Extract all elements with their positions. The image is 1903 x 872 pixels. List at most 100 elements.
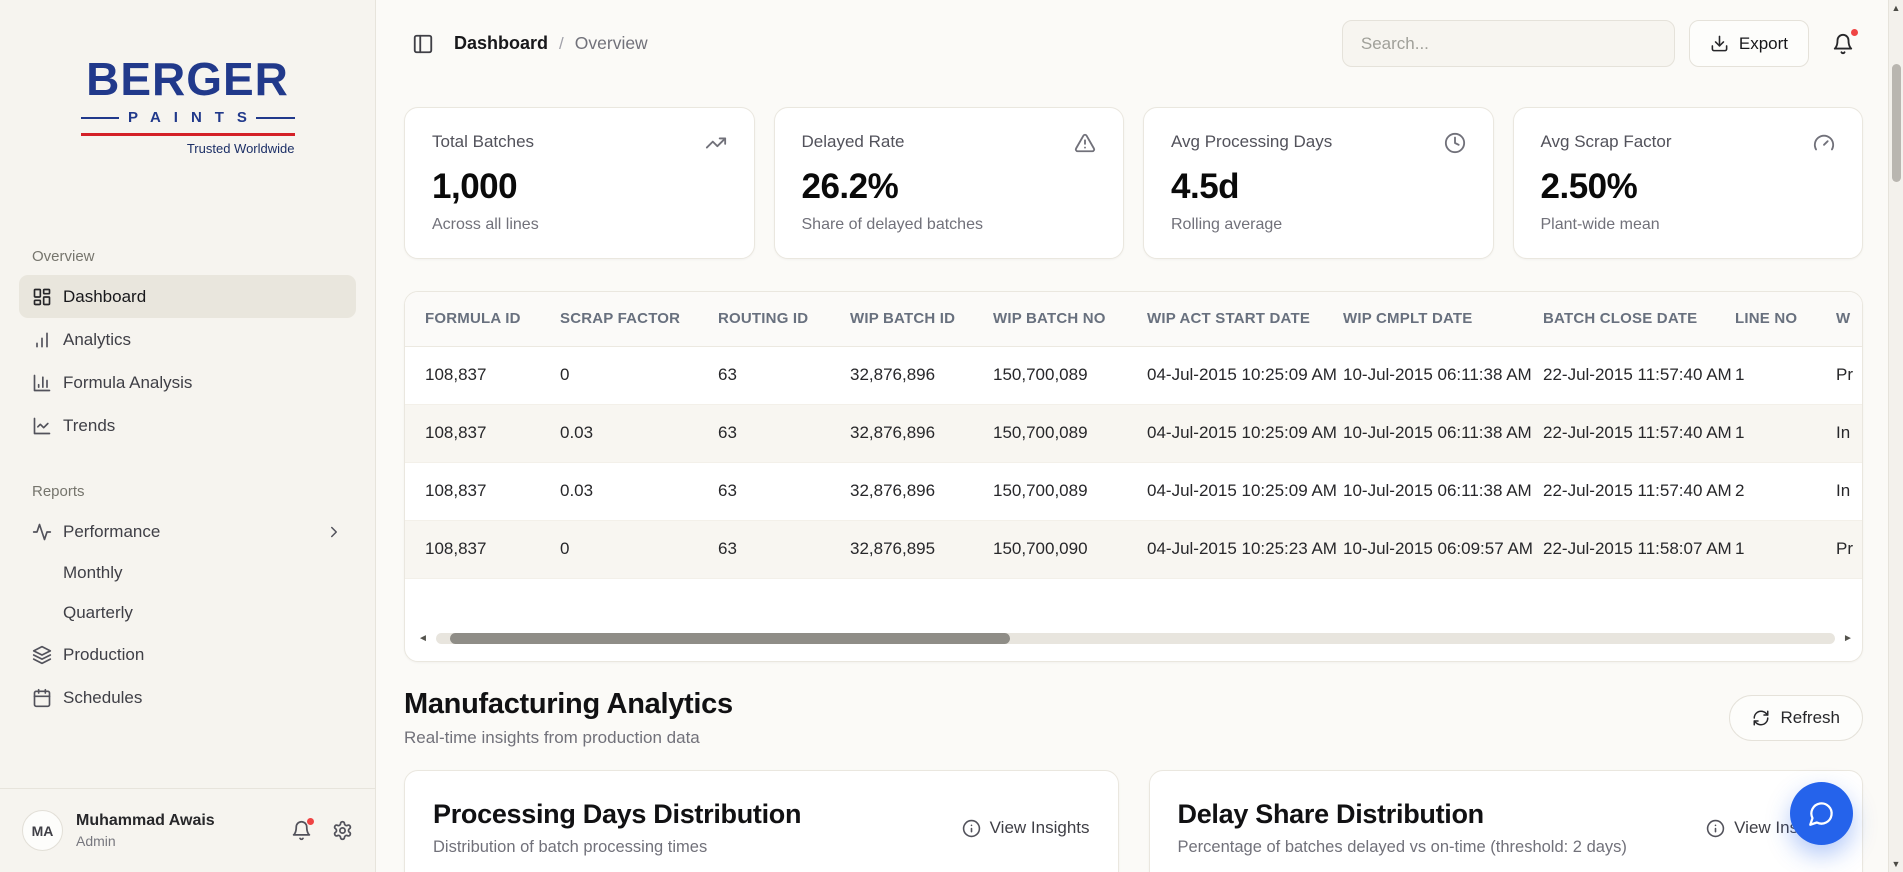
table-cell: 10-Jul-2015 06:11:38 AM — [1343, 481, 1532, 500]
export-label: Export — [1738, 33, 1788, 53]
sidebar-item-formula-analysis[interactable]: Formula Analysis — [19, 361, 356, 404]
sidebar-item-dashboard[interactable]: Dashboard — [19, 275, 356, 318]
kpi-value: 4.5d — [1171, 167, 1240, 206]
table-cell: 22-Jul-2015 11:57:40 AM — [1543, 365, 1732, 384]
brand-sub: PAINTS — [128, 109, 260, 126]
table-cell: 150,700,089 — [993, 481, 1088, 500]
breadcrumb-current: Overview — [574, 33, 648, 53]
sidebar-item-analytics[interactable]: Analytics — [19, 318, 356, 361]
vertical-scrollbar[interactable]: ▲ ▼ — [1888, 0, 1903, 872]
sidebar-item-schedules[interactable]: Schedules — [19, 676, 356, 719]
table-cell: Pr — [1836, 539, 1853, 558]
scroll-up-icon[interactable]: ▲ — [1889, 3, 1903, 13]
brand-rule-left — [80, 116, 120, 119]
table-cell: 10-Jul-2015 06:11:38 AM — [1343, 423, 1532, 442]
brand-red-underline — [80, 133, 295, 136]
scroll-down-icon[interactable]: ▼ — [1889, 859, 1903, 869]
alert-triangle-icon — [1074, 132, 1096, 154]
table-column-header: LINE NO — [1715, 292, 1816, 347]
search-input[interactable] — [1341, 20, 1675, 67]
scroll-right-icon[interactable]: ► — [1842, 633, 1854, 644]
kpi-caption: Plant-wide mean — [1540, 216, 1660, 233]
sidebar-item-label: Trends — [63, 415, 116, 435]
table-row: 108,837 0.03 63 32,876,896 150,700,089 0… — [405, 462, 1862, 520]
sidebar-item-production[interactable]: Production — [19, 633, 356, 676]
table-cell: 04-Jul-2015 10:25:09 AM — [1147, 365, 1337, 384]
chat-fab-button[interactable] — [1790, 782, 1853, 845]
kpi-title: Avg Scrap Factor — [1540, 132, 1672, 151]
table-cell: 63 — [718, 365, 737, 384]
refresh-button[interactable]: Refresh — [1729, 695, 1863, 741]
table-cell: Pr — [1836, 365, 1853, 384]
table-cell: 10-Jul-2015 06:09:57 AM — [1343, 539, 1533, 558]
brand-tagline: Trusted Worldwide — [186, 141, 295, 156]
horizontal-scrollbar-thumb[interactable] — [449, 632, 1010, 644]
brand-name: BERGER — [86, 53, 289, 105]
horizontal-scrollbar: ◄ ► — [417, 631, 1854, 645]
trending-up-icon — [705, 132, 727, 154]
export-button[interactable]: Export — [1688, 20, 1809, 67]
table-cell: 150,700,089 — [993, 423, 1088, 442]
sidebar-item-trends[interactable]: Trends — [19, 404, 356, 447]
kpi-row: Total Batches 1,000 Across all lines Del… — [404, 107, 1863, 259]
layers-icon — [32, 645, 52, 665]
table-cell: 22-Jul-2015 11:58:07 AM — [1543, 539, 1732, 558]
sidebar-item-label: Schedules — [63, 687, 143, 707]
sidebar-item-quarterly[interactable]: Quarterly — [19, 593, 356, 633]
kpi-value: 2.50% — [1540, 167, 1638, 206]
view-insights-label: View Insights — [989, 818, 1090, 837]
sidebar-item-performance[interactable]: Performance — [19, 510, 356, 553]
footer-bell-button[interactable] — [291, 817, 315, 841]
footer-settings-button[interactable] — [332, 820, 353, 841]
table-cell: 10-Jul-2015 06:11:38 AM — [1343, 365, 1532, 384]
sidebar-toggle-button[interactable] — [404, 25, 442, 63]
table-column-header: SCRAP FACTOR — [540, 292, 698, 347]
table-column-header: W — [1816, 292, 1862, 347]
breadcrumb: Dashboard / Overview — [454, 33, 648, 54]
table-cell: 108,837 — [425, 423, 487, 442]
section-title: Manufacturing Analytics — [404, 688, 733, 720]
table-column-header: WIP ACT START DATE — [1127, 292, 1323, 347]
page-content: Total Batches 1,000 Across all lines Del… — [376, 87, 1903, 872]
sidebar: BERGER PAINTS Trusted Worldwide Overview… — [0, 0, 376, 872]
kpi-caption: Across all lines — [432, 216, 539, 233]
chart-card-processing-days: Processing Days Distribution Distributio… — [404, 770, 1119, 872]
kpi-value: 1,000 — [432, 167, 518, 206]
table-cell: 108,837 — [425, 481, 487, 500]
top-header: Dashboard / Overview Export — [376, 0, 1903, 87]
kpi-value: 26.2% — [801, 167, 899, 206]
sidebar-item-monthly[interactable]: Monthly — [19, 553, 356, 593]
table-row: 108,837 0.03 63 32,876,896 150,700,089 0… — [405, 404, 1862, 462]
chart-subtitle: Percentage of batches delayed vs on-time… — [1177, 838, 1627, 856]
clock-icon — [1444, 132, 1466, 154]
kpi-title: Avg Processing Days — [1171, 132, 1333, 151]
breadcrumb-parent[interactable]: Dashboard — [454, 33, 548, 54]
chart-title: Delay Share Distribution — [1177, 799, 1485, 829]
header-actions: Export — [1341, 20, 1863, 67]
table-cell: 150,700,089 — [993, 365, 1088, 384]
notification-dot — [1850, 27, 1859, 37]
kpi-card-avg-processing-days: Avg Processing Days 4.5d Rolling average — [1143, 107, 1494, 259]
table-cell: 22-Jul-2015 11:57:40 AM — [1543, 481, 1732, 500]
brand-sub-row: PAINTS — [80, 109, 295, 126]
horizontal-scrollbar-track[interactable] — [436, 632, 1835, 644]
table-column-header: WIP BATCH NO — [973, 292, 1127, 347]
table-cell: 32,876,895 — [850, 539, 936, 558]
section-subtitle: Real-time insights from production data — [404, 728, 700, 747]
table-column-header: FORMULA ID — [405, 292, 540, 347]
view-insights-button[interactable]: View Insights — [962, 818, 1090, 838]
kpi-card-delayed-rate: Delayed Rate 26.2% Share of delayed batc… — [773, 107, 1124, 259]
line-chart-icon — [32, 416, 52, 436]
main-area: Dashboard / Overview Export — [376, 0, 1903, 872]
sidebar-item-label: Analytics — [63, 329, 132, 349]
vertical-scrollbar-thumb[interactable] — [1892, 64, 1901, 182]
nav-section-reports: Reports — [32, 483, 85, 500]
table-cell: 32,876,896 — [850, 423, 936, 442]
bar-chart-axis-icon — [32, 373, 52, 393]
panel-left-icon — [412, 33, 434, 55]
scroll-left-icon[interactable]: ◄ — [417, 633, 429, 644]
sidebar-item-label: Production — [63, 644, 145, 664]
analytics-section-header: Manufacturing Analytics Real-time insigh… — [404, 688, 1863, 748]
dashboard-icon — [32, 287, 52, 307]
notifications-button[interactable] — [1823, 24, 1863, 64]
